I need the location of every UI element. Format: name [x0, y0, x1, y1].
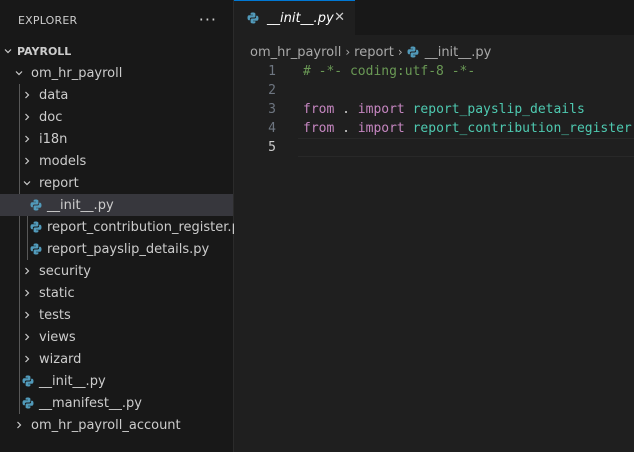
python-file-icon	[22, 397, 34, 409]
tree-item-label: doc	[39, 109, 63, 125]
tree-item-label: tests	[39, 307, 71, 323]
tree-folder-doc[interactable]: doc	[0, 106, 233, 128]
chevron-right-icon	[23, 311, 31, 319]
tree-item-label: report	[39, 175, 79, 191]
explorer-panel: EXPLORER ··· PAYROLL om_hr_payroll data …	[0, 0, 248, 452]
line-number: 3	[268, 102, 276, 117]
line-content: from . import report_contribution_regist…	[303, 119, 632, 138]
code-keyword: import	[357, 102, 405, 117]
chevron-right-icon: ›	[397, 45, 403, 59]
code-keyword: from	[303, 121, 335, 136]
tree-folder-i18n[interactable]: i18n	[0, 128, 233, 150]
tree-folder-report[interactable]: report	[0, 172, 233, 194]
line-content: from . import report_payslip_details	[303, 100, 585, 119]
tab-bar: __init__.py ✕	[234, 0, 634, 35]
code-editor[interactable]: 1 # -*- coding:utf-8 -*- 2 3 from . impo…	[234, 62, 634, 157]
tree-folder-security[interactable]: security	[0, 260, 233, 282]
line-number: 1	[268, 64, 276, 79]
tab-label: __init__.py	[267, 10, 334, 26]
code-line-4[interactable]: 4 from . import report_contribution_regi…	[234, 119, 634, 138]
tree-folder-models[interactable]: models	[0, 150, 233, 172]
explorer-title: EXPLORER	[18, 13, 78, 27]
python-file-icon	[407, 46, 419, 58]
tree-file-init[interactable]: __init__.py	[0, 370, 233, 392]
code-module-name: report_payslip_details	[412, 102, 585, 117]
chevron-right-icon	[23, 91, 31, 99]
tree-item-label: __manifest__.py	[39, 395, 143, 411]
code-line-2[interactable]: 2	[234, 81, 634, 100]
chevron-down-icon	[23, 179, 31, 187]
tree-folder-om_hr_payroll_account[interactable]: om_hr_payroll_account	[0, 414, 233, 436]
tree-item-label: views	[39, 329, 76, 345]
workspace-root-label: PAYROLL	[17, 44, 72, 58]
tree-folder-views[interactable]: views	[0, 326, 233, 348]
python-file-icon	[30, 243, 42, 255]
chevron-right-icon	[23, 355, 31, 363]
chevron-right-icon	[23, 267, 31, 275]
chevron-down-icon	[15, 69, 23, 77]
python-file-icon	[22, 375, 34, 387]
workspace-root-payroll[interactable]: PAYROLL	[0, 40, 233, 62]
line-number: 5	[268, 140, 276, 155]
tree-item-label: om_hr_payroll_account	[31, 417, 181, 433]
tree-file-report-payslip-details[interactable]: report_payslip_details.py	[0, 238, 233, 260]
breadcrumb-item-init-py[interactable]: __init__.py	[425, 45, 492, 60]
breadcrumb-item-report[interactable]: report	[354, 45, 394, 60]
chevron-right-icon	[23, 113, 31, 121]
chevron-right-icon	[15, 421, 23, 429]
tree-folder-om_hr_payroll[interactable]: om_hr_payroll	[0, 62, 233, 84]
tree-file-manifest[interactable]: __manifest__.py	[0, 392, 233, 414]
python-icon	[247, 12, 259, 24]
tree-folder-wizard[interactable]: wizard	[0, 348, 233, 370]
python-file-icon	[30, 199, 42, 211]
tree-folder-data[interactable]: data	[0, 84, 233, 106]
tree-item-label: om_hr_payroll	[31, 65, 123, 81]
code-module-name: report_contribution_register	[412, 121, 632, 136]
chevron-right-icon	[23, 289, 31, 297]
tree-item-label: report_payslip_details.py	[47, 241, 210, 257]
breadcrumb-item-om_hr_payroll[interactable]: om_hr_payroll	[250, 45, 341, 60]
tree-folder-tests[interactable]: tests	[0, 304, 233, 326]
tree-item-label: __init__.py	[39, 373, 106, 389]
breadcrumb: om_hr_payroll › report › __init__.py	[234, 41, 634, 63]
code-keyword: import	[357, 121, 405, 136]
tree-item-label: security	[39, 263, 91, 279]
chevron-down-icon	[4, 47, 12, 55]
explorer-header: EXPLORER ···	[0, 0, 233, 40]
line-content: # -*- coding:utf-8 -*-	[303, 62, 475, 81]
code-keyword: from	[303, 102, 335, 117]
tree-file-report-init[interactable]: __init__.py	[0, 194, 233, 216]
chevron-right-icon	[23, 135, 31, 143]
tree-item-label: models	[39, 153, 87, 169]
tree-folder-static[interactable]: static	[0, 282, 233, 304]
tab-init-py[interactable]: __init__.py ✕	[234, 0, 355, 35]
tree-item-label: data	[39, 87, 69, 103]
code-line-5[interactable]: 5	[234, 138, 634, 157]
code-line-1[interactable]: 1 # -*- coding:utf-8 -*-	[234, 62, 634, 81]
more-actions-icon[interactable]: ···	[199, 12, 217, 28]
tree-item-label: report_contribution_register.py	[47, 219, 248, 235]
line-number: 2	[268, 83, 276, 98]
line-number: 4	[268, 121, 276, 136]
tree-item-label: wizard	[39, 351, 82, 367]
chevron-right-icon	[23, 333, 31, 341]
chevron-right-icon: ›	[345, 45, 351, 59]
code-text: .	[334, 121, 358, 136]
tree-file-report-contribution-register[interactable]: report_contribution_register.py	[0, 216, 248, 238]
code-comment: # -*- coding:utf-8 -*-	[303, 64, 476, 79]
tree-item-label: static	[39, 285, 75, 301]
code-line-3[interactable]: 3 from . import report_payslip_details	[234, 100, 634, 119]
chevron-right-icon	[23, 157, 31, 165]
python-file-icon	[30, 221, 42, 233]
editor-group: __init__.py ✕ om_hr_payroll › report › _…	[234, 0, 634, 452]
code-text: .	[334, 102, 358, 117]
tree-item-label: __init__.py	[47, 197, 114, 213]
tree-item-label: i18n	[39, 131, 68, 147]
close-icon[interactable]: ✕	[334, 10, 345, 25]
